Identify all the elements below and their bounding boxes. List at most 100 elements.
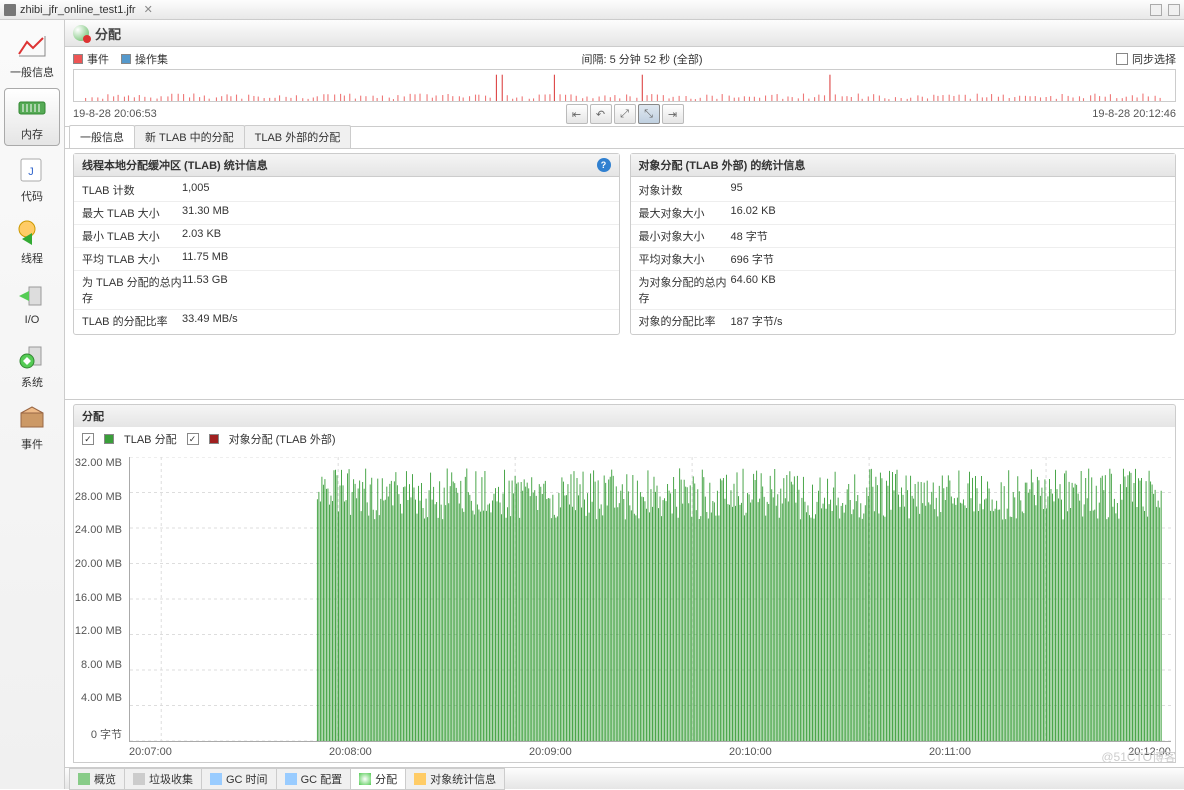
- close-x[interactable]: ✕: [140, 3, 157, 16]
- trash-icon: [133, 773, 145, 785]
- alloc-title: 分配: [73, 404, 1176, 427]
- sidebar-item-io[interactable]: I/O: [4, 274, 60, 332]
- stat-label: TLAB 计数: [82, 182, 182, 198]
- sidebar-item-code[interactable]: J 代码: [4, 150, 60, 208]
- stat-value: 16.02 KB: [731, 205, 1168, 221]
- tlab-stats-panel: 线程本地分配缓冲区 (TLAB) 统计信息? TLAB 计数1,005最大 TL…: [73, 153, 620, 335]
- stat-row: 为 TLAB 分配的总内存11.53 GB: [74, 270, 619, 309]
- stat-value: 187 字节/s: [731, 313, 1168, 329]
- sidebar-label: 代码: [21, 188, 43, 204]
- stat-value: 95: [731, 182, 1168, 198]
- btab-overview[interactable]: 概览: [69, 768, 125, 790]
- alloc-icon: [359, 773, 371, 785]
- stat-row: 最小 TLAB 大小2.03 KB: [74, 224, 619, 247]
- sidebar-item-general[interactable]: 一般信息: [4, 26, 60, 84]
- stat-value: 11.53 GB: [182, 274, 611, 306]
- sidebar-label: 系统: [21, 374, 43, 390]
- app-icon: [4, 4, 16, 16]
- nav-first-button[interactable]: ⇤: [566, 104, 588, 124]
- timeline-end: 19-8-28 20:12:46: [1092, 108, 1176, 120]
- window-title: zhibi_jfr_online_test1.jfr: [20, 4, 136, 16]
- sync-checkbox[interactable]: [1116, 53, 1128, 65]
- stat-value: 31.30 MB: [182, 205, 611, 221]
- stat-value: 48 字节: [731, 228, 1168, 244]
- btab-gctime[interactable]: GC 时间: [201, 768, 277, 790]
- system-icon: [16, 340, 48, 372]
- code-icon: J: [16, 154, 48, 186]
- tab-new-tlab[interactable]: 新 TLAB 中的分配: [134, 125, 245, 148]
- page-title: 分配: [95, 24, 121, 43]
- stat-value: 11.75 MB: [182, 251, 611, 267]
- bottom-tabs: 概览 垃圾收集 GC 时间 GC 配置 分配 对象统计信息: [65, 767, 1184, 789]
- allocation-chart[interactable]: 32.00 MB28.00 MB24.00 MB20.00 MB16.00 MB…: [73, 451, 1176, 763]
- sidebar-item-events[interactable]: 事件: [4, 398, 60, 456]
- titlebar: zhibi_jfr_online_test1.jfr ✕: [0, 0, 1184, 20]
- stat-row: 最大对象大小16.02 KB: [631, 201, 1176, 224]
- stat-row: 平均对象大小696 字节: [631, 247, 1176, 270]
- stats-row: 线程本地分配缓冲区 (TLAB) 统计信息? TLAB 计数1,005最大 TL…: [65, 149, 1184, 339]
- interval-label: 间隔: 5 分钟 52 秒 (全部): [581, 51, 702, 67]
- minimize-button[interactable]: [1150, 4, 1162, 16]
- sidebar: 一般信息 内存 J 代码 线程 I/O 系统: [0, 20, 65, 789]
- sidebar-label: I/O: [25, 314, 40, 326]
- tab-general[interactable]: 一般信息: [69, 125, 135, 148]
- stat-row: TLAB 计数1,005: [74, 179, 619, 201]
- sidebar-label: 事件: [21, 436, 43, 452]
- sidebar-label: 一般信息: [10, 64, 54, 80]
- sidebar-item-system[interactable]: 系统: [4, 336, 60, 394]
- memory-icon: [16, 92, 48, 124]
- nav-zoom-out-button[interactable]: ⤢: [614, 104, 636, 124]
- series1-label: TLAB 分配: [124, 431, 177, 447]
- object-stats-panel: 对象分配 (TLAB 外部) 的统计信息 对象计数95最大对象大小16.02 K…: [630, 153, 1177, 335]
- page-header: 分配: [65, 20, 1184, 47]
- allocation-icon: [73, 25, 89, 41]
- maximize-button[interactable]: [1168, 4, 1180, 16]
- threads-icon: [16, 216, 48, 248]
- stat-label: 最大对象大小: [639, 205, 731, 221]
- stat-value: 64.60 KB: [731, 274, 1168, 306]
- help-icon[interactable]: ?: [597, 158, 611, 172]
- series2-color-icon: [209, 434, 219, 444]
- stat-label: 最小 TLAB 大小: [82, 228, 182, 244]
- nav-zoom-fit-button[interactable]: ⤡: [638, 104, 660, 124]
- sidebar-label: 内存: [21, 126, 43, 142]
- events-panel: 事件 操作集 间隔: 5 分钟 52 秒 (全部) 同步选择 19-8-28 2…: [65, 47, 1184, 127]
- btab-objstats[interactable]: 对象统计信息: [405, 768, 505, 790]
- io-icon: [16, 280, 48, 312]
- sync-label: 同步选择: [1132, 51, 1176, 67]
- opset-color-icon: [121, 54, 131, 64]
- stat-row: 为对象分配的总内存64.60 KB: [631, 270, 1176, 309]
- main-content: 分配 事件 操作集 间隔: 5 分钟 52 秒 (全部) 同步选择 19-8-2…: [65, 20, 1184, 789]
- objstats-icon: [414, 773, 426, 785]
- opset-legend-label: 操作集: [135, 51, 168, 67]
- stat-label: 对象的分配比率: [639, 313, 731, 329]
- tab-outside-tlab[interactable]: TLAB 外部的分配: [244, 125, 352, 148]
- stat-value: 2.03 KB: [182, 228, 611, 244]
- btab-gcconf[interactable]: GC 配置: [276, 768, 352, 790]
- nav-next-button[interactable]: ⇥: [662, 104, 684, 124]
- timeline-chart[interactable]: [73, 69, 1176, 102]
- series1-checkbox[interactable]: ✓: [82, 433, 94, 445]
- watermark: @51CTO博客: [1101, 748, 1176, 765]
- stat-value: 33.49 MB/s: [182, 313, 611, 329]
- stat-label: 为对象分配的总内存: [639, 274, 731, 306]
- sidebar-item-memory[interactable]: 内存: [4, 88, 60, 146]
- events-icon: [16, 402, 48, 434]
- btab-alloc[interactable]: 分配: [350, 768, 406, 790]
- stat-label: 最小对象大小: [639, 228, 731, 244]
- stat-label: 对象计数: [639, 182, 731, 198]
- nav-prev-button[interactable]: ↶: [590, 104, 612, 124]
- overview-icon: [78, 773, 90, 785]
- events-legend-label: 事件: [87, 51, 109, 67]
- clock-icon: [210, 773, 222, 785]
- btab-gc[interactable]: 垃圾收集: [124, 768, 202, 790]
- sidebar-item-threads[interactable]: 线程: [4, 212, 60, 270]
- stat-value: 1,005: [182, 182, 611, 198]
- stat-label: 平均 TLAB 大小: [82, 251, 182, 267]
- stat-label: 为 TLAB 分配的总内存: [82, 274, 182, 306]
- config-icon: [285, 773, 297, 785]
- series2-checkbox[interactable]: ✓: [187, 433, 199, 445]
- stat-row: 最小对象大小48 字节: [631, 224, 1176, 247]
- stat-label: 平均对象大小: [639, 251, 731, 267]
- stat-row: 平均 TLAB 大小11.75 MB: [74, 247, 619, 270]
